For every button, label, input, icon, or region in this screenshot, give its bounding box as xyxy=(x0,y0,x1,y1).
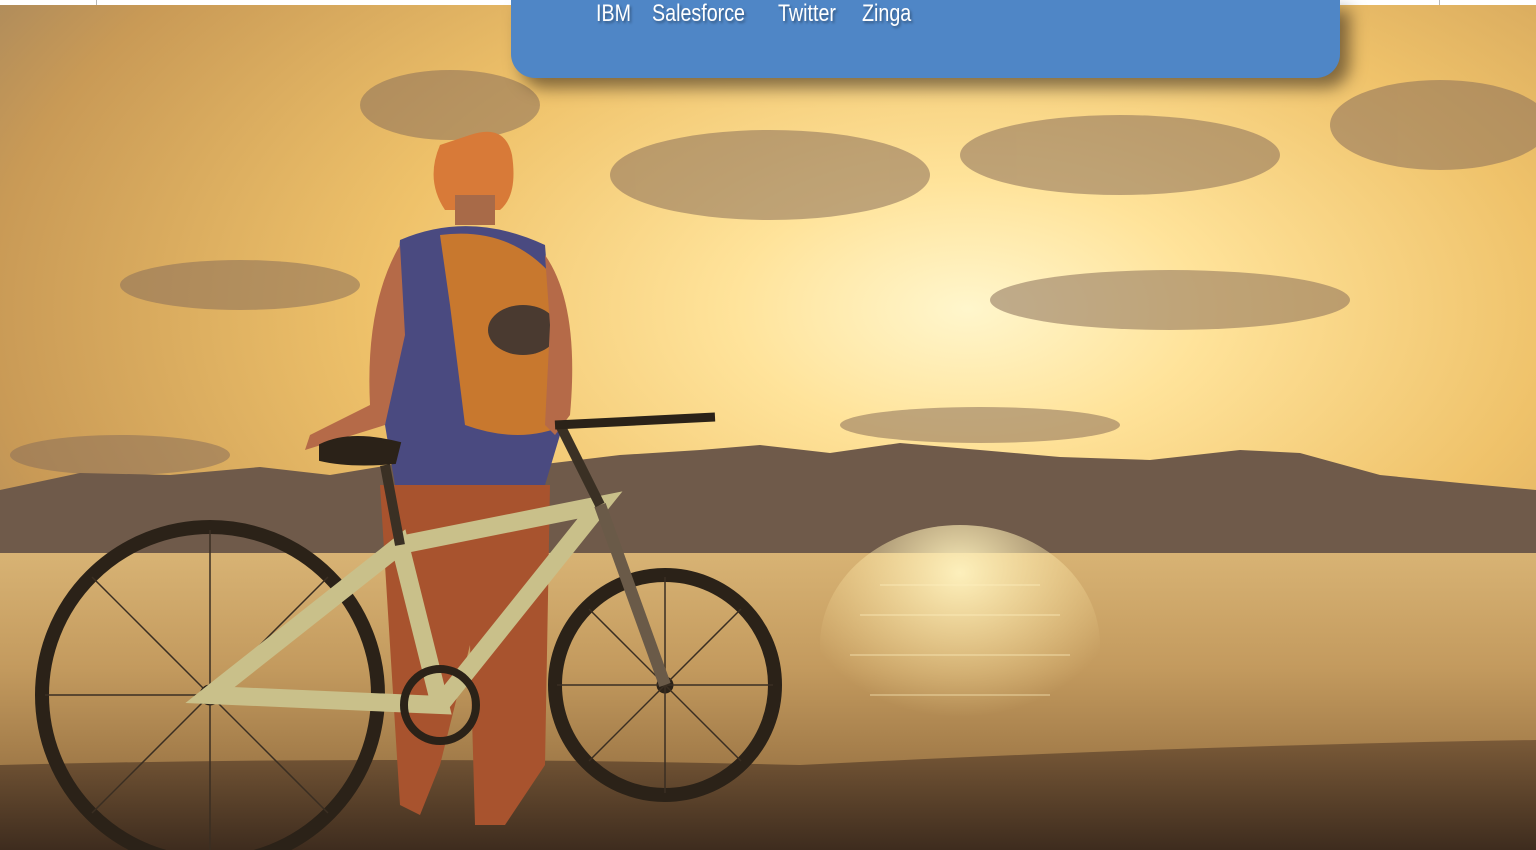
nav-link-ibm[interactable]: IBM xyxy=(596,0,631,30)
nav-link-salesforce[interactable]: Salesforce xyxy=(652,0,745,30)
divider xyxy=(1439,0,1440,5)
nav-panel: IBM Salesforce Twitter Zinga xyxy=(511,0,1340,78)
divider xyxy=(96,0,97,5)
nav-link-zinga[interactable]: Zinga xyxy=(862,0,911,30)
nav-links: IBM Salesforce Twitter Zinga xyxy=(596,0,912,30)
nav-link-twitter[interactable]: Twitter xyxy=(778,0,836,30)
hero-photo xyxy=(0,5,1536,850)
